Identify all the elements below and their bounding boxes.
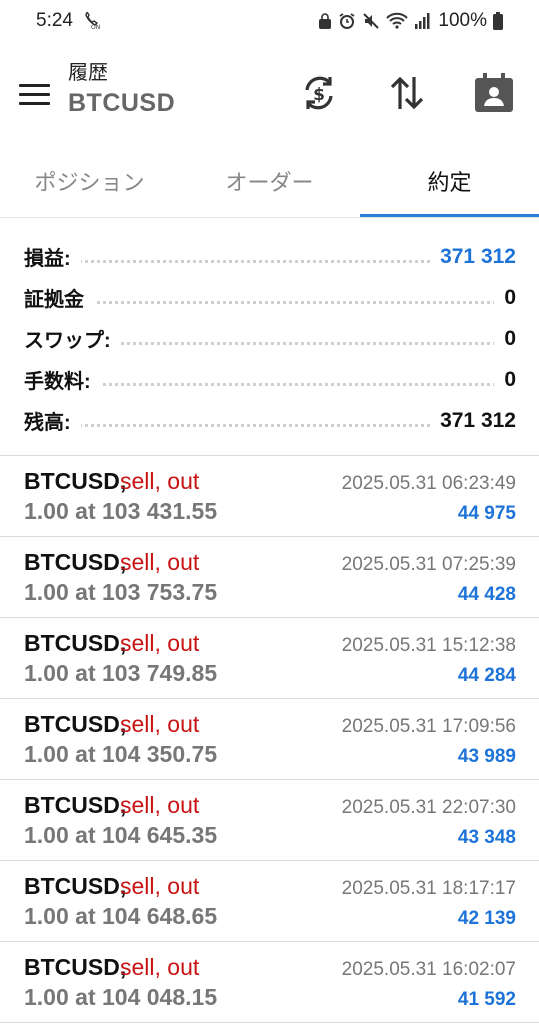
deal-time: 2025.05.31 22:07:30 — [341, 797, 516, 818]
deal-symbol: BTCUSD, — [24, 954, 127, 980]
deal-symbol: BTCUSD, — [24, 873, 127, 899]
app-header: 履歴 BTCUSD $ — [0, 52, 539, 132]
title-block: 履歴 BTCUSD — [68, 60, 175, 120]
symbol-subtitle[interactable]: BTCUSD — [68, 86, 175, 120]
tab-orders[interactable]: オーダー — [179, 146, 360, 216]
deal-price: 1.00 at 104 645.35 — [24, 822, 218, 848]
summary-value: 0 — [494, 367, 516, 392]
status-icons: 100% — [318, 10, 503, 32]
tab-divider — [0, 217, 539, 218]
deal-symbol: BTCUSD, — [24, 630, 127, 656]
summary-row-profit: 損益: 371 312 — [24, 236, 516, 277]
summary-value: 371 312 — [430, 408, 516, 433]
deal-time: 2025.05.31 17:09:56 — [341, 716, 516, 737]
deal-row[interactable]: BTCUSD, sell, out 1.00 at 104 648.65 202… — [0, 861, 539, 942]
summary-section: 損益: 371 312 証拠金 0 スワップ: 0 手数料: 0 残高: 371… — [24, 236, 516, 441]
battery-percent: 100% — [438, 10, 487, 31]
deal-profit: 41 592 — [457, 989, 516, 1010]
currency-refresh-icon[interactable]: $ — [296, 70, 342, 116]
deal-side: sell, out — [120, 792, 200, 818]
deal-side: sell, out — [120, 711, 200, 737]
summary-label: 証拠金 — [24, 283, 94, 312]
deal-row[interactable]: BTCUSD, sell, out 1.00 at 103 753.75 202… — [0, 537, 539, 618]
deal-side: sell, out — [120, 954, 200, 980]
deal-price: 1.00 at 103 749.85 — [24, 660, 218, 686]
summary-value: 371 312 — [430, 244, 516, 269]
summary-row-balance: 残高: 371 312 — [24, 400, 516, 441]
deal-row[interactable]: BTCUSD, sell, out 1.00 at 104 350.75 202… — [0, 699, 539, 780]
summary-value: 0 — [494, 285, 516, 310]
deal-row[interactable]: BTCUSD, sell, out 1.00 at 103 749.85 202… — [0, 618, 539, 699]
mute-icon — [362, 12, 380, 30]
deal-side: sell, out — [120, 549, 200, 575]
page-title: 履歴 — [68, 62, 108, 84]
contact-calendar-icon[interactable] — [471, 70, 517, 116]
summary-label: 残高: — [24, 406, 81, 435]
deal-side: sell, out — [120, 630, 200, 656]
tab-positions[interactable]: ポジション — [0, 146, 179, 216]
deal-time: 2025.05.31 16:02:07 — [341, 959, 516, 980]
deal-row[interactable]: BTCUSD, sell, out 1.00 at 104 048.15 202… — [0, 942, 539, 1023]
deal-profit: 43 348 — [457, 827, 516, 848]
status-time: 5:24 — [36, 10, 73, 31]
alarm-icon — [338, 12, 356, 30]
wifi-icon — [386, 12, 409, 30]
deal-price: 1.00 at 104 048.15 — [24, 984, 218, 1010]
lock-icon — [318, 12, 332, 30]
deal-profit: 42 139 — [457, 908, 516, 929]
deal-row[interactable]: BTCUSD, sell, out 1.00 at 103 431.55 202… — [0, 456, 539, 537]
summary-value: 0 — [494, 326, 516, 351]
leader-dots — [24, 301, 516, 304]
signal-icon — [414, 12, 430, 30]
deal-time: 2025.05.31 06:23:49 — [341, 473, 516, 494]
summary-row-commission: 手数料: 0 — [24, 359, 516, 400]
battery-icon — [493, 12, 503, 30]
summary-label: 損益: — [24, 242, 81, 271]
svg-text:ON: ON — [91, 24, 100, 30]
deal-time: 2025.05.31 07:25:39 — [341, 554, 516, 575]
sort-icon[interactable] — [384, 70, 430, 116]
deal-symbol: BTCUSD, — [24, 468, 127, 494]
deal-price: 1.00 at 103 431.55 — [24, 498, 218, 524]
deal-profit: 43 989 — [457, 746, 516, 767]
deal-price: 1.00 at 103 753.75 — [24, 579, 218, 605]
tab-bar: ポジション オーダー 約定 — [0, 146, 539, 220]
menu-icon[interactable] — [14, 74, 54, 114]
status-bar: 5:24 ON 100% — [0, 0, 539, 44]
call-forwarding-icon: ON — [82, 10, 100, 31]
deal-time: 2025.05.31 15:12:38 — [341, 635, 516, 656]
deal-profit: 44 284 — [457, 665, 516, 686]
deal-symbol: BTCUSD, — [24, 792, 127, 818]
deals-list: BTCUSD, sell, out 1.00 at 103 431.55 202… — [0, 456, 539, 1023]
summary-label: 手数料: — [24, 365, 101, 394]
deal-side: sell, out — [120, 873, 200, 899]
deal-price: 1.00 at 104 350.75 — [24, 741, 218, 767]
svg-text:$: $ — [313, 85, 325, 105]
summary-label: スワップ: — [24, 324, 121, 353]
deal-profit: 44 428 — [457, 584, 516, 605]
deal-profit: 44 975 — [457, 503, 516, 524]
deal-time: 2025.05.31 18:17:17 — [341, 878, 516, 899]
deal-symbol: BTCUSD, — [24, 711, 127, 737]
deal-price: 1.00 at 104 648.65 — [24, 903, 218, 929]
deal-side: sell, out — [120, 468, 200, 494]
deal-row[interactable]: BTCUSD, sell, out 1.00 at 104 645.35 202… — [0, 780, 539, 861]
tab-deals[interactable]: 約定 — [360, 146, 539, 216]
summary-row-swap: スワップ: 0 — [24, 318, 516, 359]
deal-symbol: BTCUSD, — [24, 549, 127, 575]
summary-row-margin: 証拠金 0 — [24, 277, 516, 318]
